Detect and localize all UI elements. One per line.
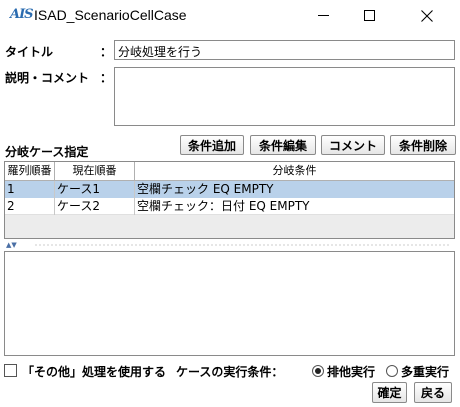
split-pane-divider[interactable]: ▲▼ (4, 242, 455, 249)
exclusive-exec-label[interactable]: 排他実行 (327, 363, 375, 380)
exclusive-exec-radio[interactable] (312, 365, 324, 377)
multiple-exec-radio[interactable] (386, 365, 398, 377)
cell-current-order: ケース1 (55, 181, 135, 198)
title-colon: ： (100, 45, 113, 59)
collapse-arrows-icon[interactable]: ▲▼ (6, 242, 17, 249)
minimize-icon (317, 15, 329, 16)
cell-condition: 空欄チェック EQ EMPTY (137, 182, 274, 196)
use-other-label[interactable]: 「その他」処理を使用する (22, 363, 166, 380)
maximize-icon (363, 10, 375, 21)
column-header-listing-order[interactable]: 羅列順番 (5, 162, 55, 181)
cell-listing-order: 2 (5, 198, 55, 215)
title-input-value: 分岐処理を行う (118, 45, 203, 59)
back-button[interactable]: 戻る (414, 382, 452, 403)
column-header-condition[interactable]: 分岐条件 (135, 162, 454, 181)
column-header-current-order[interactable]: 現在順番 (55, 162, 135, 181)
title-bar: AIS ISAD_ScenarioCellCase (0, 0, 460, 31)
exec-condition-label: ケースの実行条件： (176, 365, 284, 379)
table-row[interactable]: 1 ケース1 空欄チェック EQ EMPTY (5, 181, 454, 198)
use-other-checkbox[interactable] (4, 364, 17, 377)
condition-detail-panel[interactable] (4, 251, 455, 356)
comment-label: 説明・コメント (5, 71, 90, 85)
title-input[interactable]: 分岐処理を行う (114, 40, 455, 60)
comment-colon: ： (100, 71, 113, 85)
cell-current-order: ケース2 (55, 198, 135, 215)
cell-listing-order: 1 (5, 181, 55, 198)
table-header: 羅列順番 現在順番 分岐条件 (5, 162, 454, 181)
comment-textarea[interactable] (114, 67, 455, 126)
window-title: ISAD_ScenarioCellCase (34, 7, 187, 23)
app-logo-icon: AIS (10, 7, 34, 22)
add-condition-button[interactable]: 条件追加 (180, 135, 244, 155)
edit-condition-button[interactable]: 条件編集 (250, 135, 316, 155)
minimize-button[interactable] (300, 0, 346, 31)
case-section-label: 分岐ケース指定 (5, 145, 89, 159)
maximize-button[interactable] (346, 0, 392, 31)
title-label: タイトル (5, 45, 54, 59)
cell-condition: 空欄チェック：日付 EQ EMPTY (137, 199, 310, 213)
delete-condition-button[interactable]: 条件削除 (390, 135, 456, 155)
table-row[interactable]: 2 ケース2 空欄チェック：日付 EQ EMPTY (5, 198, 454, 215)
ok-button[interactable]: 確定 (372, 382, 407, 403)
case-table[interactable]: 羅列順番 現在順番 分岐条件 1 ケース1 空欄チェック EQ EMPTY 2 … (4, 161, 455, 239)
close-button[interactable] (404, 0, 450, 31)
multiple-exec-label[interactable]: 多重実行 (401, 363, 449, 380)
divider-grip (34, 244, 449, 246)
close-icon (421, 9, 433, 22)
options-row: 「その他」処理を使用する ケースの実行条件： 排他実行 多重実行 (4, 363, 456, 379)
dialog-content: タイトル ： 分岐処理を行う 説明・コメント ： 分岐ケース指定 条件追加 条件… (0, 31, 460, 407)
comment-button[interactable]: コメント (321, 135, 385, 155)
